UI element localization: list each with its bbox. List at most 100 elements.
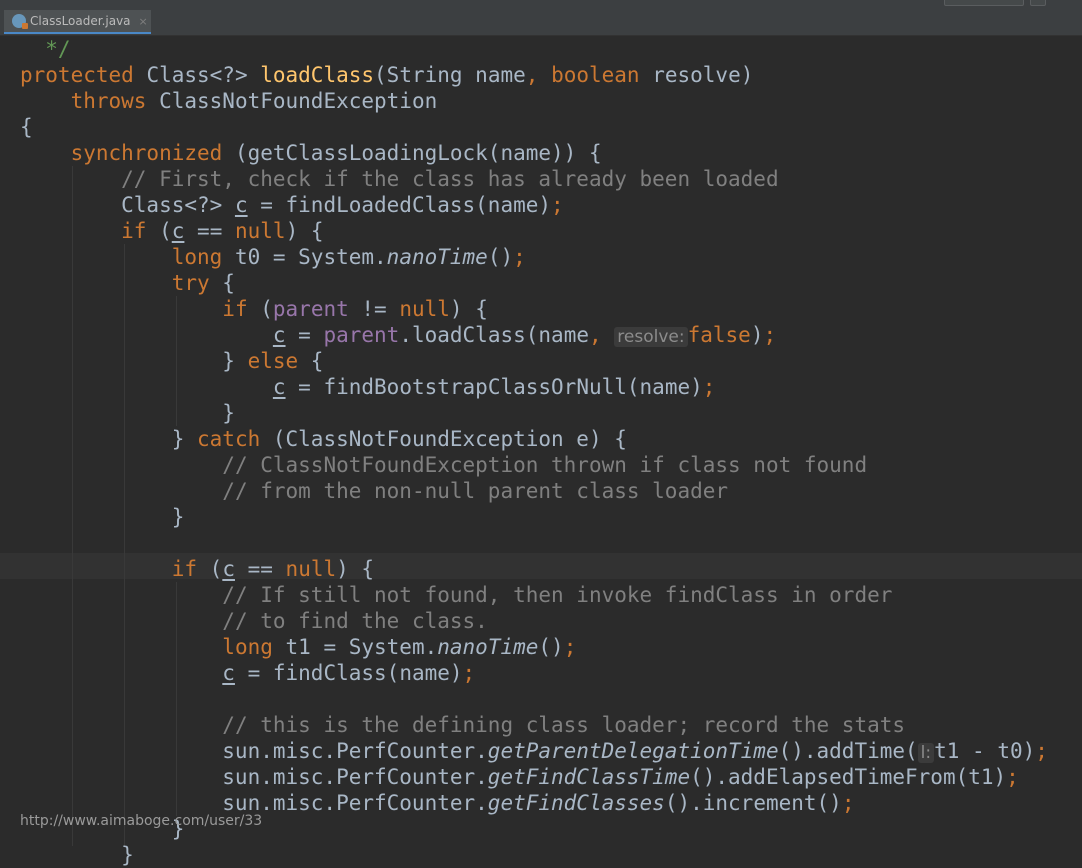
code-token: try xyxy=(171,271,210,295)
code-line[interactable]: sun.misc.PerfCounter.getParentDelegation… xyxy=(20,738,1048,764)
close-icon[interactable]: × xyxy=(139,15,148,28)
code-token: // from the non-null parent class loader xyxy=(222,479,729,503)
code-line[interactable]: long t1 = System.nanoTime(); xyxy=(20,634,1048,660)
code-token: } xyxy=(20,401,235,425)
code-token: */ xyxy=(20,37,71,61)
code-token: throws xyxy=(70,89,147,113)
code-token: sun.misc.PerfCounter. xyxy=(20,765,488,789)
code-token: long xyxy=(222,635,273,659)
editor-tab-bar: ClassLoader.java × xyxy=(0,0,1082,36)
code-token: false xyxy=(687,323,751,347)
code-line[interactable]: c = findBootstrapClassOrNull(name); xyxy=(20,374,1048,400)
code-token: ; xyxy=(551,193,564,217)
toolbar-button[interactable] xyxy=(1030,0,1046,6)
code-token: = findBootstrapClassOrNull(name) xyxy=(285,375,703,399)
code-token: Class<?> xyxy=(133,63,261,87)
code-token: ; xyxy=(462,661,476,685)
code-token: ; xyxy=(1035,739,1048,763)
code-token: } xyxy=(20,505,185,529)
toolbar-widget[interactable] xyxy=(944,0,1024,6)
code-editor[interactable]: */protected Class<?> loadClass(String na… xyxy=(0,36,1082,867)
code-token: = findClass(name) xyxy=(234,661,463,685)
code-line[interactable]: throws ClassNotFoundException xyxy=(20,88,1048,114)
code-line[interactable]: // this is the defining class loader; re… xyxy=(20,712,1048,738)
code-token: parent xyxy=(323,323,400,347)
code-token: c xyxy=(222,557,235,581)
code-token: // First, check if the class has already… xyxy=(121,167,779,191)
code-token: sun.misc.PerfCounter. xyxy=(20,739,488,763)
code-line[interactable]: // from the non-null parent class loader xyxy=(20,478,1048,504)
code-token: ( xyxy=(146,219,172,243)
code-token: protected xyxy=(20,63,134,87)
code-token: ; xyxy=(1006,765,1019,789)
code-token: t1 = System. xyxy=(272,635,438,659)
code-token: t1 - t0) xyxy=(934,739,1036,763)
code-token: // to find the class. xyxy=(222,609,488,633)
code-token: if xyxy=(222,297,248,321)
code-line[interactable]: } else { xyxy=(20,348,1048,374)
code-token: resolve) xyxy=(639,63,754,87)
code-line[interactable]: // to find the class. xyxy=(20,608,1048,634)
code-line[interactable]: // First, check if the class has already… xyxy=(20,166,1048,192)
code-token: () xyxy=(487,245,514,269)
code-line[interactable]: // ClassNotFoundException thrown if clas… xyxy=(20,452,1048,478)
code-token: (String name xyxy=(374,63,526,87)
code-text[interactable]: */protected Class<?> loadClass(String na… xyxy=(20,36,1048,868)
code-token: long xyxy=(171,245,223,269)
code-line[interactable]: synchronized (getClassLoadingLock(name))… xyxy=(20,140,1048,166)
code-line[interactable]: long t0 = System.nanoTime(); xyxy=(20,244,1048,270)
code-line[interactable]: if (c == null) { xyxy=(20,556,1048,582)
code-token: else xyxy=(247,349,299,373)
code-line[interactable]: } catch (ClassNotFoundException e) { xyxy=(20,426,1048,452)
code-line[interactable]: if (parent != null) { xyxy=(20,296,1048,322)
code-token: parent xyxy=(272,297,349,321)
code-token: null xyxy=(285,557,337,581)
code-line[interactable]: // If still not found, then invoke findC… xyxy=(20,582,1048,608)
code-token: if xyxy=(171,557,198,581)
code-token: != xyxy=(348,297,400,321)
code-line[interactable]: */ xyxy=(20,36,1048,62)
code-line[interactable]: protected Class<?> loadClass(String name… xyxy=(20,62,1048,88)
code-token: ; xyxy=(563,635,577,659)
code-line[interactable]: c = findClass(name); xyxy=(20,660,1048,686)
code-line[interactable]: { xyxy=(20,114,1048,140)
code-token: = findLoadedClass(name) xyxy=(247,193,552,217)
code-token: } xyxy=(20,843,134,867)
code-line[interactable]: } xyxy=(20,504,1048,530)
code-line[interactable]: sun.misc.PerfCounter.getFindClassTime().… xyxy=(20,764,1048,790)
code-line[interactable]: c = parent.loadClass(name, resolve: false… xyxy=(20,322,1048,348)
code-token: ().addTime( xyxy=(778,739,918,763)
code-token: .loadClass(name xyxy=(399,323,589,347)
code-line[interactable]: } xyxy=(20,400,1048,426)
code-line[interactable] xyxy=(20,686,1048,712)
code-line[interactable]: try { xyxy=(20,270,1048,296)
code-token: getParentDelegationTime xyxy=(487,739,779,763)
code-token: c xyxy=(272,375,286,399)
code-token: () xyxy=(538,635,564,659)
code-token: catch xyxy=(197,427,261,451)
code-token: null xyxy=(399,297,450,321)
code-line[interactable]: Class<?> c = findLoadedClass(name); xyxy=(20,192,1048,218)
code-token: ; xyxy=(702,375,716,399)
code-token: { xyxy=(209,271,235,295)
code-line[interactable]: if (c == null) { xyxy=(20,218,1048,244)
code-token: == xyxy=(184,219,235,243)
code-line[interactable] xyxy=(20,530,1048,556)
code-token: ().addElapsedTimeFrom(t1) xyxy=(690,765,1007,789)
code-token: , xyxy=(588,323,602,347)
code-token: { xyxy=(20,115,33,139)
tab-classloader-java[interactable]: ClassLoader.java × xyxy=(4,10,151,34)
code-token: } xyxy=(20,427,198,451)
